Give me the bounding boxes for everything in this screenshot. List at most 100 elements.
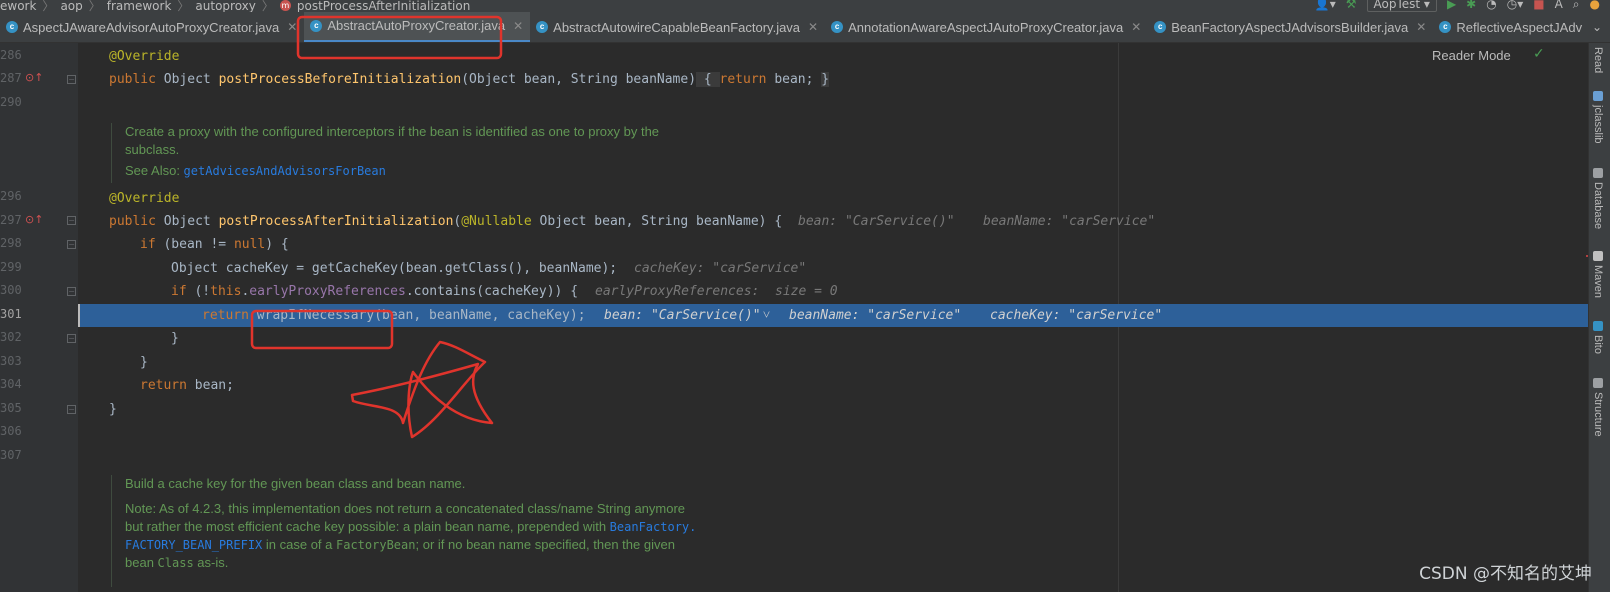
rendered-javadoc: Build a cache key for the given bean cla… [111,475,696,587]
override-gutter-icon[interactable]: ⊙↑ [25,71,43,85]
breadcrumb-item[interactable]: autoproxy [195,0,255,12]
debug-inline-value: earlyProxyReferences: size = 0 [595,284,838,299]
keyword: return [140,378,187,393]
tab-label: AnnotationAwareAspectJAutoProxyCreator.j… [848,19,1124,35]
chevron-down-icon[interactable]: ˅ [762,304,771,327]
class-icon: c [536,21,549,33]
search-icon[interactable]: ⌕ [1573,0,1580,12]
breadcrumb-item[interactable]: framework [107,0,172,12]
run-toolbar: 👤▾ ⚒ AopTest ▾ ▶ ✱ ◔ ◷▾ ■ A ⌕ ● [1315,0,1600,12]
fold-icon[interactable]: − [67,240,76,249]
tab-bean-factory-aspectj[interactable]: c BeanFactoryAspectJAdvisorsBuilder.java… [1148,12,1433,42]
method-icon: m [279,0,291,11]
code-text: bean; [186,378,234,393]
code-text: (Object bean, String beanName) [461,72,697,87]
code-line: Object cacheKey = getCacheKey(bean.getCl… [78,257,1598,280]
fold-icon[interactable]: − [67,334,76,343]
breadcrumb-item[interactable]: aop [60,0,82,12]
code-text: Object [155,72,219,87]
tab-abstract-auto-proxy-creator[interactable]: c AbstractAutoProxyCreator.java ✕ [304,12,531,42]
class-icon: c [831,21,844,33]
code-text: (bean, beanName, cacheKey); [374,308,586,323]
folded-region[interactable]: } [821,72,830,87]
close-icon[interactable]: ✕ [513,19,523,33]
keyword: null [233,237,266,252]
code-line: @Override [78,187,1598,210]
code-text: } [109,402,117,417]
code-line: if (bean != null) { [78,233,1598,256]
code-text: } [171,331,179,346]
doc-text: in case of a [262,537,336,552]
translate-icon[interactable]: A [1555,0,1563,11]
close-icon[interactable]: ✕ [1416,20,1426,34]
method-call[interactable]: wrapIfNecessary [257,308,374,323]
fold-icon[interactable]: − [67,405,76,414]
stop-icon[interactable]: ■ [1533,0,1544,11]
code-text: bean; [766,72,822,87]
folded-region[interactable]: { [696,72,720,87]
code-text: Object cacheKey = getCacheKey(bean.getCl… [171,261,618,276]
debug-inline-value: bean: "CarService()" [798,214,955,229]
tab-abstract-autowire-capable[interactable]: c AbstractAutowireCapableBeanFactory.jav… [530,12,825,42]
fold-icon[interactable]: − [67,216,76,225]
line-number: 302 [0,330,22,344]
debug-icon[interactable]: ✱ [1466,0,1476,11]
code-line: public Object postProcessBeforeInitializ… [78,68,1598,91]
tool-bito[interactable]: Bito [1592,321,1604,354]
line-number: 300 [0,283,22,297]
close-icon[interactable]: ✕ [287,20,297,34]
tab-aspectj-aware-advisor[interactable]: c AspectJAwareAdvisorAutoProxyCreator.ja… [0,12,304,42]
profile-icon[interactable]: ◷▾ [1507,0,1524,11]
fold-icon[interactable]: − [67,287,76,296]
line-number: 286 [0,48,22,62]
user-icon[interactable]: 👤▾ [1315,0,1336,11]
close-icon[interactable]: ✕ [808,20,818,34]
run-icon[interactable]: ▶ [1447,0,1456,11]
annotation: @Nullable [461,214,532,229]
run-configuration-select[interactable]: AopTest ▾ [1366,0,1437,12]
tool-read[interactable]: Read [1592,47,1604,73]
doc-link[interactable]: BeanFactory. [610,520,697,534]
tool-structure[interactable]: Structure [1592,378,1604,437]
fold-icon[interactable]: − [67,75,76,84]
update-icon[interactable]: ● [1590,0,1600,11]
class-icon: c [310,19,323,32]
class-icon: c [1154,21,1167,33]
coverage-icon[interactable]: ◔ [1486,0,1496,11]
code-text: (! [186,284,211,299]
debug-inline-value: cacheKey: "carService" [634,261,807,276]
line-number: 305 [0,401,22,415]
debug-inline-value: cacheKey: "carService" [990,308,1163,323]
code-text: Object [155,214,219,229]
doc-text: as-is. [193,555,229,570]
field-name: earlyProxyReferences [249,284,406,299]
line-number: 303 [0,354,22,368]
keyword: if [171,284,187,299]
tool-jclasslib[interactable]: jclasslib [1592,91,1604,144]
override-gutter-icon[interactable]: ⊙↑ [25,213,43,227]
keyword: this [210,284,242,299]
keyword: public [109,214,156,229]
code-line: public Object postProcessAfterInitializa… [78,210,1598,233]
tab-annotation-aware[interactable]: c AnnotationAwareAspectJAutoProxyCreator… [825,12,1148,42]
line-number: 287 [0,71,22,85]
breadcrumb-item[interactable]: ework [0,0,36,12]
tab-label: AbstractAutowireCapableBeanFactory.java [553,19,801,35]
doc-link[interactable]: getAdvicesAndAdvisorsForBean [184,164,386,178]
line-number: 301 [0,307,22,321]
tab-label: BeanFactoryAspectJAdvisorsBuilder.java [1171,19,1409,35]
hammer-icon[interactable]: ⚒ [1346,0,1357,11]
tool-database[interactable]: Database [1592,168,1604,229]
chevron-down-icon[interactable]: ⌄ [1585,12,1602,42]
tab-reflective-aspectj[interactable]: c ReflectiveAspectJAdv [1433,12,1589,42]
doc-link[interactable]: FACTORY_BEAN_PREFIX [125,538,262,552]
code-editor[interactable]: Reader Mode ✓ @Override public Object po… [78,43,1598,592]
breadcrumb-item[interactable]: postProcessAfterInitialization [297,0,470,12]
close-icon[interactable]: ✕ [1131,20,1141,34]
tab-label: ReflectiveAspectJAdv [1456,19,1583,35]
doc-code: FactoryBean [336,538,416,552]
doc-text: See Also: [125,163,184,178]
tool-maven[interactable]: Maven [1592,251,1604,298]
keyword: public [109,72,156,87]
line-number: 290 [0,95,22,109]
